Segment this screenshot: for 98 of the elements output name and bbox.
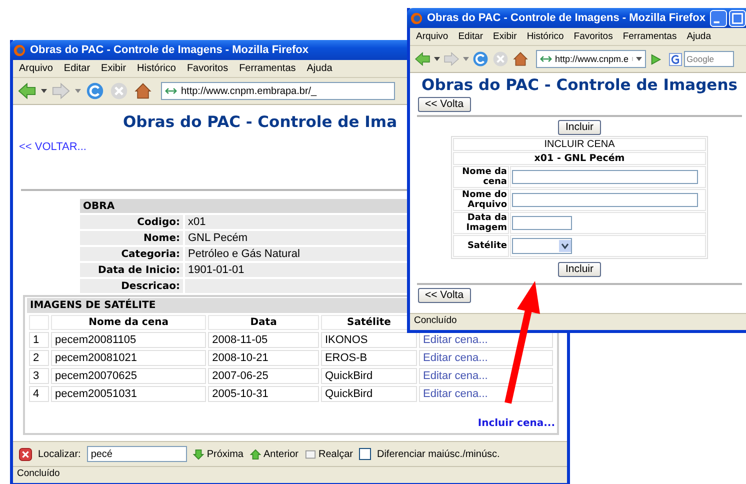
next-button[interactable]: Próxima — [192, 448, 244, 460]
table-cell: QuickBird — [320, 386, 417, 402]
submit-button[interactable]: Incluir — [558, 262, 600, 277]
table-cell: 2007-06-25 — [208, 368, 319, 384]
field-value: Petróleo e Gás Natural — [185, 247, 410, 261]
text-field[interactable] — [512, 170, 698, 184]
form-subtitle: x01 - GNL Pecém — [453, 152, 706, 165]
back-arrow-icon[interactable] — [414, 51, 431, 67]
column-header: Data — [208, 315, 319, 330]
field-label: Nome: — [80, 231, 183, 245]
site-icon — [165, 87, 177, 95]
menu-item[interactable]: Exibir — [101, 63, 126, 74]
field-value: GNL Pecém — [185, 231, 410, 245]
form-title: INCLUIR CENA — [453, 138, 706, 151]
search-engine-icon[interactable] — [668, 52, 682, 66]
window-title: Obras do PAC - Controle de Imagens - Mozilla Firefox — [30, 44, 308, 56]
table-cell: EROS-B — [320, 350, 417, 366]
play-icon[interactable] — [648, 52, 662, 66]
add-link[interactable]: Incluir cena... — [478, 418, 555, 429]
search-field[interactable]: Google — [684, 51, 734, 67]
table-cell: 2005-10-31 — [208, 386, 319, 402]
row-number: 2 — [29, 350, 49, 366]
browser-logo-icon — [13, 44, 26, 56]
down-arrow-icon — [192, 448, 204, 460]
menu-item[interactable]: Favoritos — [186, 63, 228, 74]
row-number: 3 — [29, 368, 49, 384]
field-label: Nome do Arquivo — [453, 189, 509, 211]
menu-item[interactable]: Favoritos — [574, 31, 613, 42]
column-header: Nome da cena — [51, 315, 206, 330]
menu-item[interactable]: Histórico — [137, 63, 176, 74]
field-label: Satélite — [453, 235, 509, 257]
include-button[interactable]: Incluir — [558, 120, 600, 135]
field-label: Codigo: — [80, 215, 183, 229]
select-field[interactable] — [512, 238, 572, 254]
field-label: Data de Inicio: — [80, 263, 183, 277]
table-cell: pecem20081021 — [51, 350, 206, 366]
reload-icon[interactable] — [85, 82, 105, 100]
browser-logo-icon — [410, 12, 423, 24]
dropdown-caret-icon[interactable] — [434, 57, 440, 61]
field-value: x01 — [185, 215, 410, 229]
field-label: Descricao: — [80, 279, 183, 293]
page-heading: Obras do PAC - Controle de Imagens — [422, 76, 738, 94]
status-text: Concluído — [414, 315, 457, 326]
menu-item[interactable]: Ajuda — [306, 63, 332, 74]
menu-item[interactable]: Histórico — [526, 31, 564, 42]
site-icon — [540, 55, 552, 63]
menu-item[interactable]: Editar — [458, 31, 484, 42]
close-icon[interactable] — [19, 448, 32, 460]
back-link[interactable]: << VOLTAR... — [19, 141, 86, 153]
address-field[interactable]: http://www.cnpm.e — [536, 50, 646, 68]
field-value: 1901-01-01 — [185, 263, 410, 277]
text-field[interactable] — [512, 193, 698, 207]
reload-icon[interactable] — [472, 51, 489, 67]
page-heading: Obras do PAC - Controle de Ima — [122, 113, 398, 131]
table-cell: pecem20051031 — [51, 386, 206, 402]
menu-item[interactable]: Arquivo — [19, 63, 53, 74]
find-field[interactable]: pecé — [86, 446, 187, 462]
checkbox[interactable] — [358, 448, 371, 460]
highlight-button[interactable]: Realçar — [304, 448, 353, 460]
highlighter-icon — [304, 448, 316, 460]
url-text: http://www.cnpm.e — [555, 54, 629, 64]
maximize-icon[interactable] — [728, 10, 746, 26]
back-button[interactable]: << Volta — [418, 288, 471, 303]
back-button[interactable]: << Volta — [418, 97, 471, 112]
dropdown-caret-icon[interactable] — [41, 89, 47, 93]
checkbox-label[interactable]: Diferenciar maiúsc./minúsc. — [376, 448, 500, 460]
menu-item[interactable]: Exibir — [493, 31, 517, 42]
menu-item[interactable]: Ajuda — [686, 31, 712, 42]
field-label: Data da Imagem — [453, 212, 509, 234]
minimize-icon[interactable] — [710, 10, 726, 26]
row-number: 1 — [29, 332, 49, 348]
previous-button[interactable]: Anterior — [250, 448, 299, 460]
section-heading: OBRA — [80, 199, 410, 213]
dropdown-caret-icon[interactable] — [632, 57, 642, 61]
table-cell: QuickBird — [320, 368, 417, 384]
url-text: http://www.cnpm.embrapa.br/_ — [181, 86, 317, 96]
menu-item[interactable]: Editar — [64, 63, 90, 74]
find-label: Localizar: — [38, 448, 81, 460]
menu-item[interactable]: Ferramentas — [239, 63, 296, 74]
table-cell: 2008-10-21 — [208, 350, 319, 366]
field-label: Nome da cena — [453, 166, 509, 188]
table-cell: pecem20081105 — [51, 332, 206, 348]
back-arrow-icon[interactable] — [17, 82, 37, 100]
status-text: Concluído — [17, 468, 60, 479]
home-icon[interactable] — [512, 51, 529, 67]
row-number: 4 — [29, 386, 49, 402]
field-label: Categoria: — [80, 247, 183, 261]
menu-item[interactable]: Arquivo — [416, 31, 448, 42]
date-field[interactable] — [512, 216, 572, 230]
window-title: Obras do PAC - Controle de Imagens - Mozilla Firefox — [427, 12, 706, 24]
table-cell: 2008-11-05 — [208, 332, 319, 348]
caret-icon — [559, 240, 571, 252]
menu-item[interactable]: Ferramentas — [622, 31, 677, 42]
table-cell: IKONOS — [320, 332, 417, 348]
home-icon[interactable] — [133, 82, 153, 100]
address-field[interactable]: http://www.cnpm.embrapa.br/_ — [161, 82, 395, 100]
up-arrow-icon — [250, 448, 260, 460]
table-cell: pecem20070625 — [51, 368, 206, 384]
